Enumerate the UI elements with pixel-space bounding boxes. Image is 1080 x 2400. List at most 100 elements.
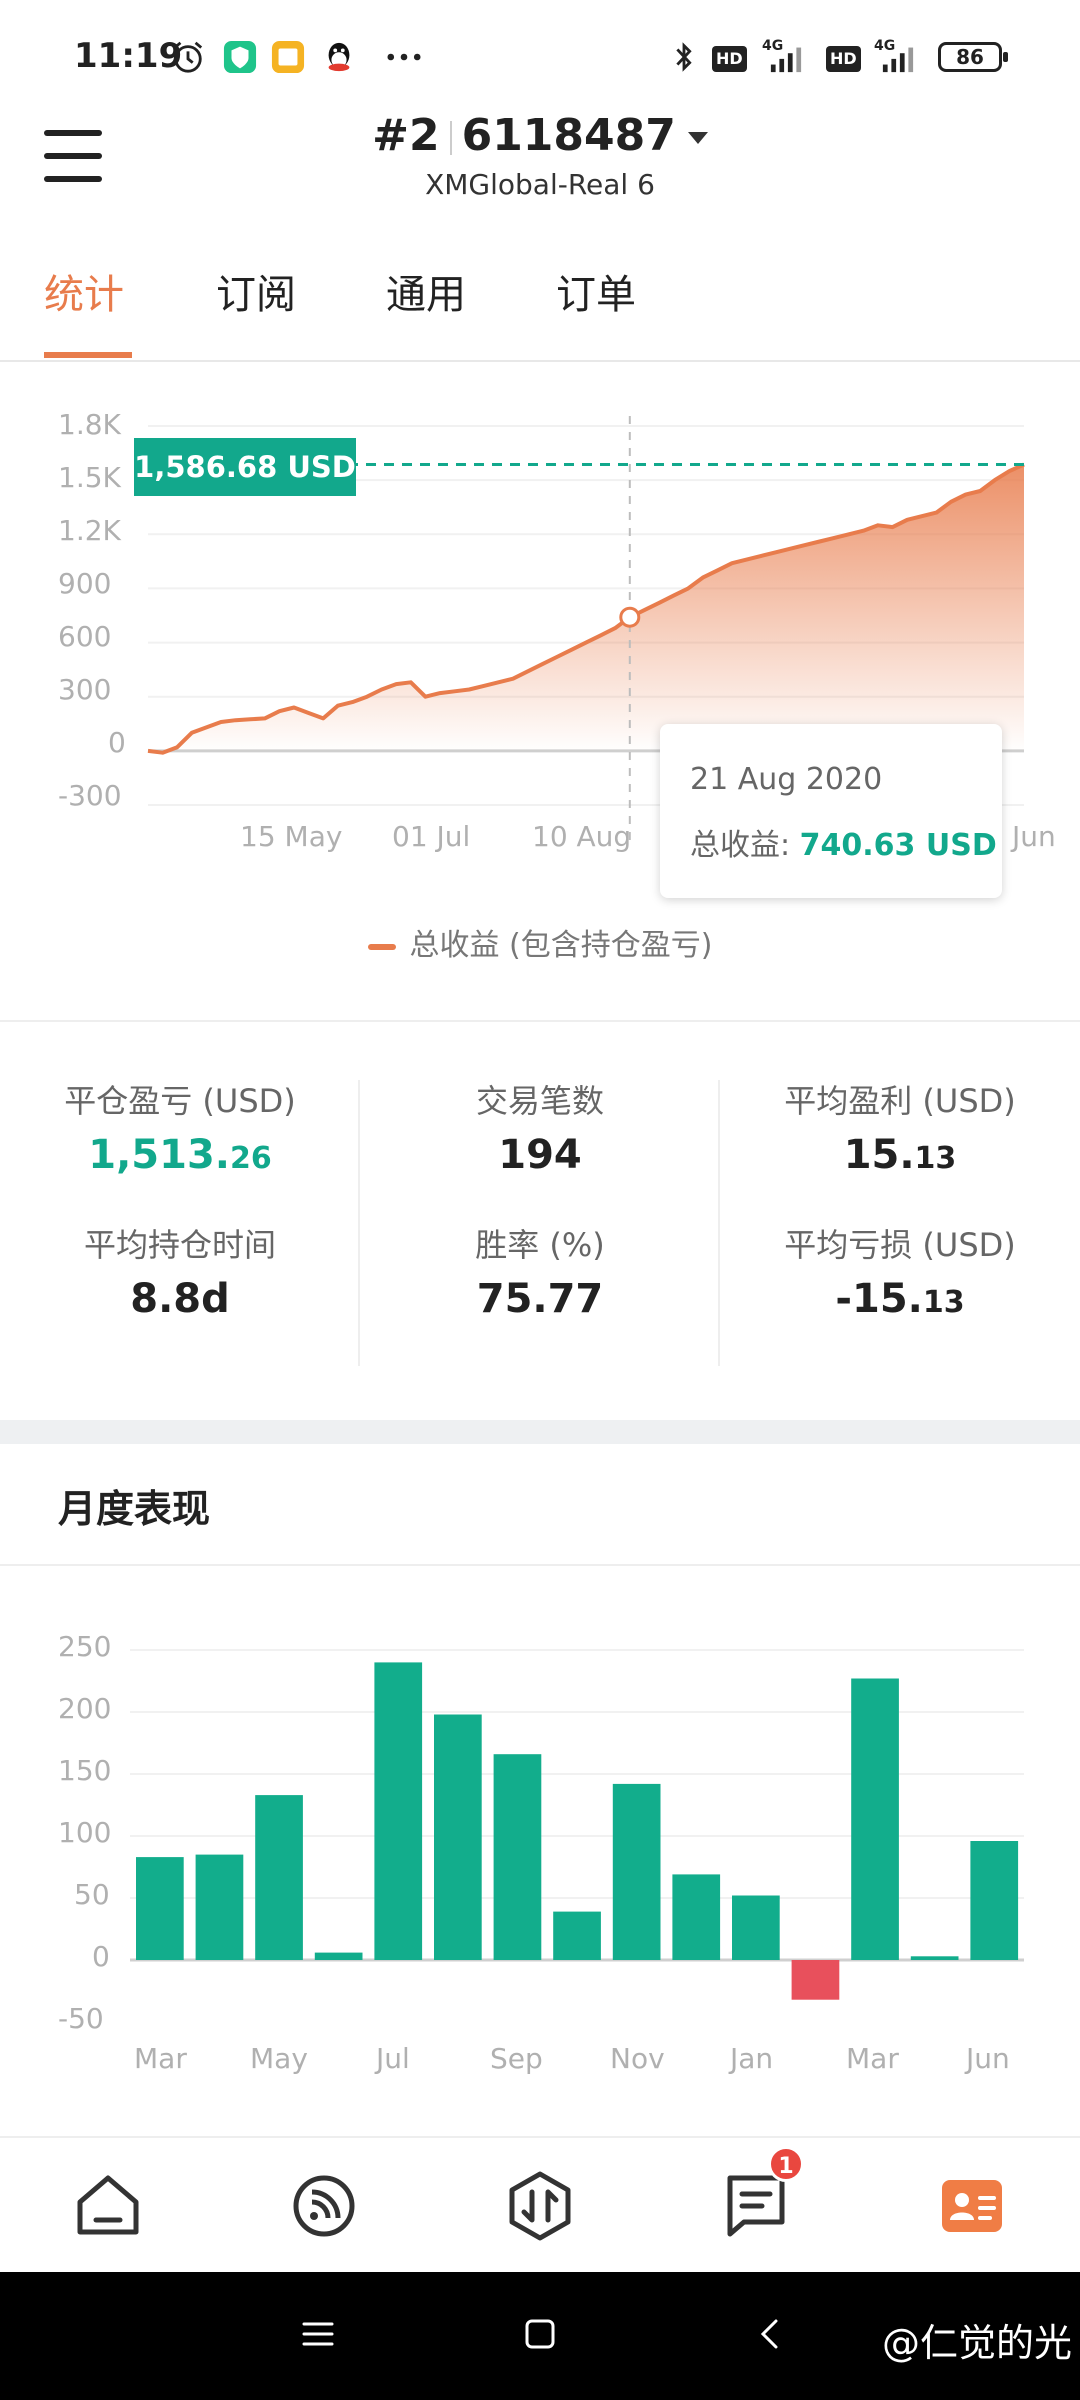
column-divider bbox=[718, 1080, 720, 1366]
tooltip-date: 21 Aug 2020 bbox=[690, 762, 883, 797]
tab-bar: 统计 订阅 通用 订单 bbox=[0, 222, 1080, 362]
column-divider bbox=[358, 1080, 360, 1366]
stat-value-decimals: 13 bbox=[914, 1141, 957, 1176]
highlight-point bbox=[619, 606, 641, 628]
stat-value: 15.13 bbox=[720, 1132, 1080, 1178]
tab-orders[interactable]: 订单 bbox=[556, 262, 636, 320]
home-icon[interactable] bbox=[70, 2168, 146, 2244]
back-icon[interactable] bbox=[752, 2316, 788, 2352]
monthly-title: 月度表现 bbox=[58, 1487, 211, 1531]
stat-label: 平均持仓时间 bbox=[83, 1226, 276, 1264]
chart-tooltip: 21 Aug 2020 总收益: 740.63 USD bbox=[660, 724, 1002, 898]
account-number: 6118487 bbox=[461, 110, 676, 161]
stat-closed-pnl: 平仓盈亏 (USD) 1,513.26 bbox=[0, 1076, 360, 1178]
signal-4g-icon bbox=[770, 47, 802, 73]
monthly-bar bbox=[851, 1678, 899, 1960]
x-tick-label: Jun bbox=[1012, 820, 1056, 853]
profile-card-icon[interactable] bbox=[934, 2168, 1010, 2244]
x-tick-label: May bbox=[250, 2042, 308, 2075]
section-gap bbox=[0, 1420, 1080, 1444]
monthly-bar bbox=[136, 1857, 184, 1960]
more-dots-icon bbox=[387, 53, 421, 61]
active-tab-indicator bbox=[44, 352, 132, 358]
hd-badge: HD bbox=[712, 46, 747, 72]
tooltip-line: 总收益: 740.63 USD bbox=[690, 820, 997, 864]
monthly-bar bbox=[732, 1895, 780, 1960]
stat-label: 胜率 (%) bbox=[475, 1226, 605, 1264]
stat-avg-profit: 平均盈利 (USD) 15.13 bbox=[720, 1076, 1080, 1178]
legend-swatch bbox=[367, 943, 396, 950]
stat-value-main: 1,513. bbox=[88, 1132, 230, 1178]
monthly-bar bbox=[910, 1956, 959, 1960]
title-divider bbox=[449, 121, 452, 155]
stat-value-decimals: 13 bbox=[922, 1285, 965, 1320]
hd-badge-2: HD bbox=[826, 46, 861, 72]
tooltip-value: 740.63 USD bbox=[799, 828, 997, 863]
divider bbox=[0, 1020, 1080, 1022]
stat-value: 8.8d bbox=[0, 1276, 360, 1322]
chevron-down-icon bbox=[687, 132, 708, 144]
tooltip-label: 总收益: bbox=[690, 828, 800, 863]
monthly-bar bbox=[493, 1754, 542, 1960]
watermark: @仁觉的光 bbox=[881, 2321, 1072, 2365]
account-selector[interactable]: #2 6118487 bbox=[0, 110, 1080, 161]
qq-penguin-icon bbox=[328, 42, 350, 72]
stat-label: 交易笔数 bbox=[475, 1082, 604, 1120]
monthly-bar bbox=[434, 1714, 482, 1960]
trade-icon[interactable] bbox=[502, 2168, 578, 2244]
signal-4g-icon-2 bbox=[882, 47, 914, 73]
stat-value-main: 194 bbox=[498, 1132, 582, 1178]
stat-value: 1,513.26 bbox=[0, 1132, 360, 1178]
system-nav-bar: @仁觉的光 bbox=[0, 2272, 1080, 2400]
x-tick-label: Mar bbox=[846, 2042, 899, 2075]
shield-app-icon bbox=[223, 40, 257, 74]
stat-value-main: 8.8d bbox=[130, 1276, 230, 1322]
stat-avg-loss: 平均亏损 (USD) -15.13 bbox=[720, 1220, 1080, 1322]
monthly-bar bbox=[612, 1783, 661, 1960]
stat-value: -15.13 bbox=[720, 1276, 1080, 1322]
stat-label: 平仓盈亏 (USD) bbox=[64, 1082, 296, 1120]
x-tick-label: 01 Jul bbox=[392, 820, 471, 853]
x-tick-label: Mar bbox=[134, 2042, 187, 2075]
x-tick-label: Jun bbox=[966, 2042, 1010, 2075]
monthly-bar bbox=[374, 1662, 423, 1960]
tab-general[interactable]: 通用 bbox=[386, 262, 466, 320]
stat-value-decimals: 26 bbox=[229, 1141, 272, 1176]
chart-legend[interactable]: 总收益 (包含持仓盈亏) bbox=[0, 920, 1080, 964]
stat-label: 平均盈利 (USD) bbox=[784, 1082, 1016, 1120]
x-tick-label: Nov bbox=[610, 2042, 665, 2075]
stat-value: 75.77 bbox=[360, 1276, 720, 1322]
notes-app-icon bbox=[271, 40, 305, 74]
current-value-tag: 1,586.68 USD bbox=[134, 438, 356, 496]
recent-apps-icon[interactable] bbox=[300, 2316, 336, 2352]
monthly-bar bbox=[255, 1795, 303, 1960]
stat-avg-hold-time: 平均持仓时间 8.8d bbox=[0, 1220, 360, 1322]
message-badge: 1 bbox=[768, 2146, 804, 2182]
monthly-bar bbox=[970, 1841, 1019, 1960]
monthly-plot bbox=[130, 1649, 1024, 2000]
bluetooth-icon bbox=[676, 42, 692, 72]
subscribe-feed-icon[interactable] bbox=[286, 2168, 362, 2244]
monthly-bar bbox=[791, 1960, 840, 2000]
account-server: XMGlobal-Real 6 bbox=[425, 168, 655, 201]
home-square-icon[interactable] bbox=[522, 2316, 558, 2352]
status-bar: 11:19 HD 4G HD 4G 86 bbox=[0, 0, 1080, 100]
x-tick-label: Sep bbox=[490, 2042, 543, 2075]
x-tick-label: 15 May bbox=[240, 820, 343, 853]
stat-value-main: 15. bbox=[843, 1132, 915, 1178]
divider bbox=[0, 1564, 1080, 1566]
monthly-bar bbox=[553, 1911, 601, 1960]
monthly-bar bbox=[314, 1952, 363, 1960]
app-root: 11:19 HD 4G HD 4G 86 #2 6118487 XMGlobal… bbox=[0, 0, 1080, 2400]
x-tick-label: Jan bbox=[730, 2042, 774, 2075]
stat-value: 194 bbox=[360, 1132, 720, 1178]
status-time: 11:19 bbox=[74, 36, 183, 76]
tab-subscribe[interactable]: 订阅 bbox=[216, 262, 296, 320]
battery-indicator: 86 bbox=[938, 42, 1008, 72]
monthly-bar bbox=[672, 1874, 721, 1960]
alarm-icon bbox=[173, 41, 203, 73]
x-tick-label: Jul bbox=[376, 2042, 410, 2075]
monthly-bar bbox=[195, 1854, 244, 1960]
bottom-nav bbox=[0, 2136, 1080, 2272]
tab-statistics[interactable]: 统计 bbox=[44, 262, 124, 320]
